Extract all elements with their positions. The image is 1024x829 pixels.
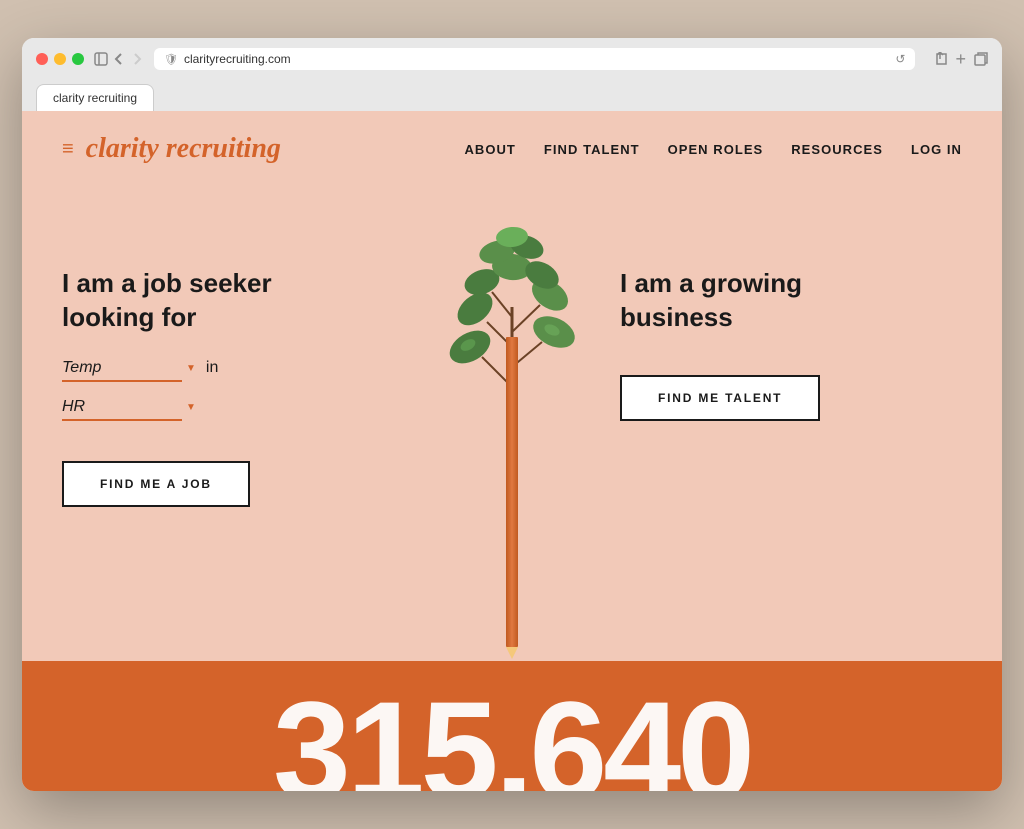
business-heading: I am a growing business <box>620 267 962 335</box>
plant-container <box>422 187 602 647</box>
hero-section: I am a job seeker looking for Temp Full-… <box>22 187 1002 661</box>
forward-button[interactable] <box>130 52 144 66</box>
find-talent-button[interactable]: FIND ME TALENT <box>620 375 820 421</box>
nav-find-talent[interactable]: FIND TALENT <box>544 142 640 157</box>
nav-about[interactable]: ABOUT <box>465 142 516 157</box>
site-logo[interactable]: clarity recruiting <box>86 133 281 165</box>
job-seeker-heading: I am a job seeker looking for <box>62 267 404 335</box>
nav-log-in[interactable]: LOG IN <box>911 142 962 157</box>
nav-open-roles[interactable]: OPEN ROLES <box>668 142 764 157</box>
navigation: ≡ clarity recruiting ABOUT FIND TALENT O… <box>22 111 1002 187</box>
nav-links: ABOUT FIND TALENT OPEN ROLES RESOURCES L… <box>465 142 963 157</box>
stats-numbers: 315,640 <box>273 681 751 791</box>
job-type-dropdown-wrapper: Temp Full-time Part-time Contract ▼ <box>62 355 196 382</box>
sidebar-toggle-button[interactable] <box>94 52 108 66</box>
nav-resources[interactable]: RESOURCES <box>791 142 883 157</box>
in-label: in <box>206 359 218 377</box>
website: ≡ clarity recruiting ABOUT FIND TALENT O… <box>22 111 1002 791</box>
url-text: clarityrecruiting.com <box>184 52 291 66</box>
shield-icon: 🛡 <box>164 53 178 66</box>
dropdown-arrow-1: ▼ <box>186 363 196 374</box>
tabs-button[interactable] <box>974 52 988 66</box>
pencil-tip <box>506 647 518 659</box>
plant-illustration <box>412 187 612 661</box>
browser-actions: + <box>933 49 988 70</box>
address-bar[interactable]: 🛡 clarityrecruiting.com ↺ <box>154 48 915 70</box>
industry-dropdown[interactable]: HR Finance Marketing Admin Legal IT <box>62 394 182 421</box>
browser-chrome: 🛡 clarityrecruiting.com ↺ + <box>22 38 1002 111</box>
active-tab[interactable]: clarity recruiting <box>36 84 154 111</box>
stats-section: 315,640 <box>22 661 1002 791</box>
industry-dropdown-wrapper: HR Finance Marketing Admin Legal IT ▼ <box>62 394 196 421</box>
dropdown-arrow-2: ▼ <box>186 402 196 413</box>
browser-top-bar: 🛡 clarityrecruiting.com ↺ + <box>36 48 988 70</box>
reload-icon: ↺ <box>895 52 905 66</box>
nav-controls <box>94 52 144 66</box>
minimize-button[interactable] <box>54 53 66 65</box>
logo-area: ≡ clarity recruiting <box>62 133 465 165</box>
job-type-row: Temp Full-time Part-time Contract ▼ in <box>62 355 404 382</box>
job-seeker-section: I am a job seeker looking for Temp Full-… <box>62 207 404 661</box>
traffic-lights <box>36 53 84 65</box>
new-tab-button[interactable]: + <box>955 49 966 70</box>
hamburger-menu[interactable]: ≡ <box>62 138 74 161</box>
maximize-button[interactable] <box>72 53 84 65</box>
tab-bar: clarity recruiting <box>36 84 988 111</box>
industry-row: HR Finance Marketing Admin Legal IT ▼ <box>62 394 404 421</box>
job-type-dropdown[interactable]: Temp Full-time Part-time Contract <box>62 355 182 382</box>
business-section: I am a growing business FIND ME TALENT <box>620 207 962 661</box>
close-button[interactable] <box>36 53 48 65</box>
browser-window: 🛡 clarityrecruiting.com ↺ + <box>22 38 1002 791</box>
share-button[interactable] <box>933 52 947 66</box>
pencil-body <box>506 337 518 647</box>
find-job-button[interactable]: FIND ME A JOB <box>62 461 250 507</box>
back-button[interactable] <box>112 52 126 66</box>
